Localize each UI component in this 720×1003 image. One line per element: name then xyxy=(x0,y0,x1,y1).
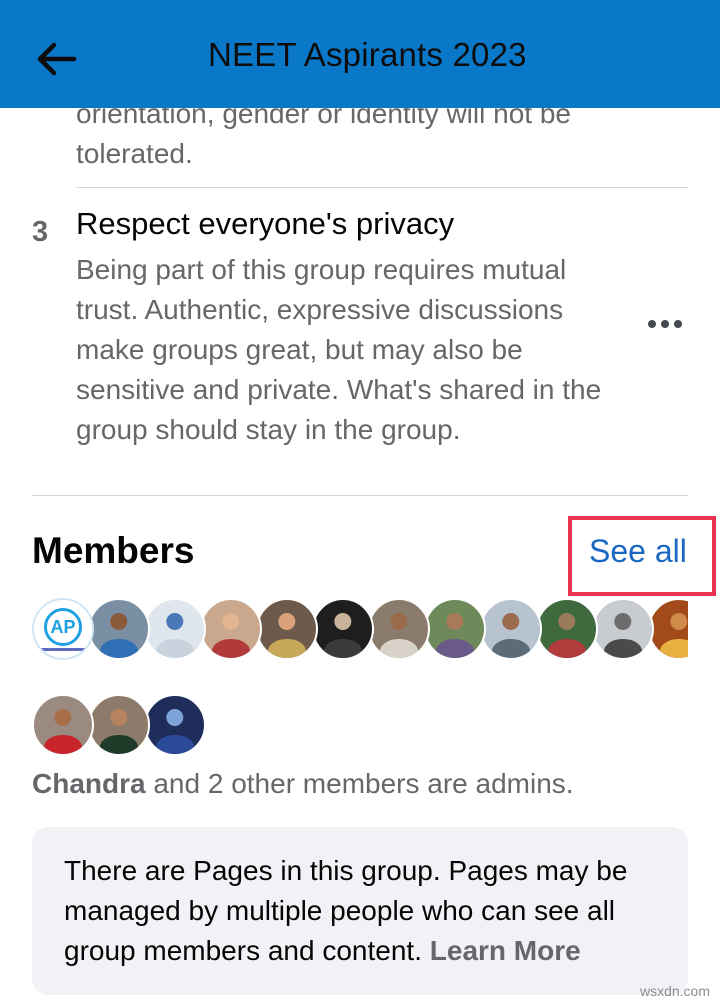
avatar-face xyxy=(558,612,576,631)
avatar-body xyxy=(268,639,306,658)
admins-summary: Chandra and 2 other members are admins. xyxy=(32,768,574,800)
member-avatar[interactable] xyxy=(536,598,598,660)
rule-number: 3 xyxy=(32,216,49,248)
group-logo-icon: AP xyxy=(44,608,82,646)
member-avatar[interactable] xyxy=(312,598,374,660)
avatar-face xyxy=(502,612,520,631)
avatar-face xyxy=(222,612,240,631)
section-divider xyxy=(32,495,688,496)
rule-divider xyxy=(76,187,688,188)
member-avatar[interactable] xyxy=(144,598,206,660)
member-avatar[interactable] xyxy=(368,598,430,660)
watermark: wsxdn.com xyxy=(639,983,710,999)
rule-description: Being part of this group requires mutual… xyxy=(76,254,602,445)
member-avatar[interactable] xyxy=(592,598,654,660)
avatar-body xyxy=(604,639,642,658)
member-avatars-row: AP xyxy=(32,598,688,660)
avatar-body xyxy=(324,639,362,658)
avatar-body xyxy=(212,639,250,658)
logo-underline xyxy=(40,648,90,651)
member-avatar[interactable] xyxy=(256,598,318,660)
rule-more-button[interactable] xyxy=(640,306,690,342)
page-title: NEET Aspirants 2023 xyxy=(208,36,527,73)
admins-summary-text: and 2 other members are admins. xyxy=(145,768,574,799)
avatar-face xyxy=(166,612,184,631)
avatar-face xyxy=(110,612,128,631)
avatar-face xyxy=(614,612,632,631)
group-about-content: orientation, gender or identity will not… xyxy=(0,0,720,1003)
admin-name[interactable]: Chandra xyxy=(32,768,146,799)
avatar-body xyxy=(380,639,418,658)
avatar-body xyxy=(492,639,530,658)
pages-info-box: There are Pages in this group. Pages may… xyxy=(32,827,688,995)
avatar-face xyxy=(334,612,352,631)
admin-avatars-row xyxy=(32,694,206,756)
arrow-left-icon xyxy=(37,42,77,76)
avatar-face xyxy=(166,708,184,727)
back-button[interactable] xyxy=(28,34,84,84)
avatar-face xyxy=(110,708,128,727)
member-avatar[interactable] xyxy=(88,694,150,756)
member-avatar[interactable] xyxy=(200,598,262,660)
member-avatar[interactable] xyxy=(648,598,688,660)
member-avatar[interactable] xyxy=(144,694,206,756)
member-avatar[interactable] xyxy=(32,694,94,756)
avatar-face xyxy=(446,612,464,631)
see-all-link[interactable]: See all xyxy=(589,533,687,570)
avatar-face xyxy=(670,612,688,631)
avatar-face xyxy=(278,612,296,631)
avatar-body xyxy=(100,639,138,658)
member-avatar[interactable] xyxy=(424,598,486,660)
learn-more-link[interactable]: Learn More xyxy=(430,935,581,966)
avatar-body xyxy=(100,735,138,754)
more-horizontal-icon xyxy=(648,320,682,328)
avatar-body xyxy=(436,639,474,658)
member-avatar[interactable]: AP xyxy=(32,598,94,660)
avatar-body xyxy=(156,639,194,658)
rule-title: Respect everyone's privacy xyxy=(76,206,455,241)
members-heading: Members xyxy=(32,530,195,571)
member-avatar[interactable] xyxy=(88,598,150,660)
avatar-body xyxy=(548,639,586,658)
avatar-face xyxy=(390,612,408,631)
app-bar: NEET Aspirants 2023 xyxy=(0,0,720,108)
member-avatar[interactable] xyxy=(480,598,542,660)
avatar-body xyxy=(156,735,194,754)
pages-info-text: There are Pages in this group. Pages may… xyxy=(64,851,664,971)
avatar-face xyxy=(54,708,72,727)
avatar-body xyxy=(44,735,82,754)
avatar-body xyxy=(660,639,688,658)
